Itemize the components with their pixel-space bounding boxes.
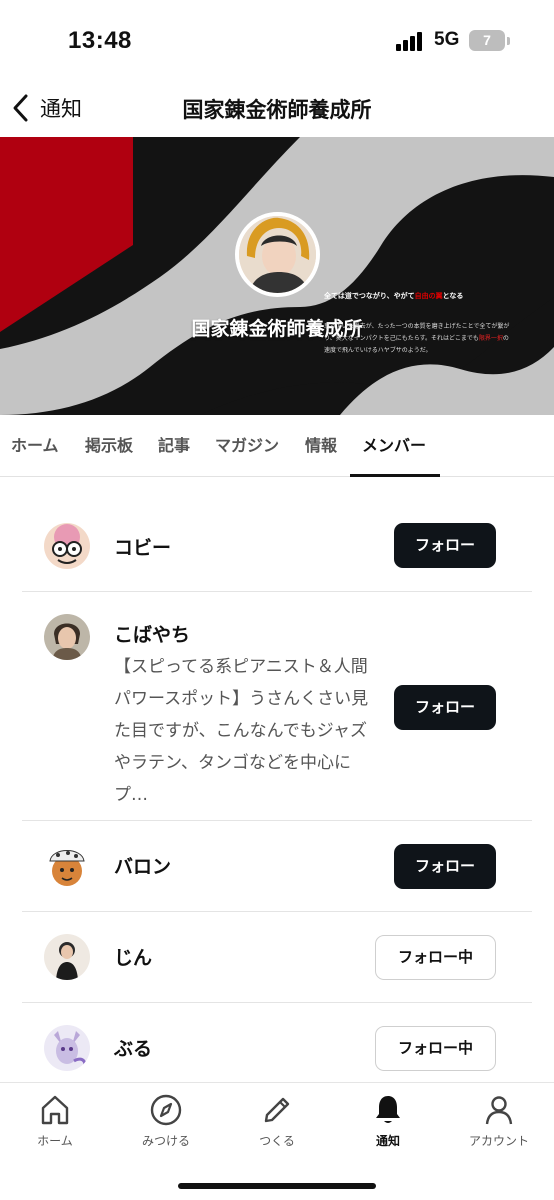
avatar[interactable] bbox=[44, 934, 90, 980]
page-title: 国家錬金術師養成所 bbox=[182, 98, 372, 122]
tab-board[interactable]: 掲示板 bbox=[85, 415, 133, 477]
avatar-photo bbox=[239, 216, 316, 293]
member-bio: 【スピってる系ピアニスト＆人間パワースポット】うさんくさい見た目ですが、こんなん… bbox=[114, 657, 369, 805]
tabbar-notifications[interactable]: 通知 bbox=[333, 1093, 443, 1149]
avatar[interactable] bbox=[44, 1025, 90, 1071]
tabbar-label: 通知 bbox=[375, 1134, 400, 1148]
tabbar-label: ホーム bbox=[37, 1134, 73, 1148]
banner-tagline: 全ては道でつながり、やがて自由の翼となる bbox=[324, 292, 464, 300]
member-row[interactable]: コビー フォロー bbox=[22, 478, 532, 592]
tabbar-label: つくる bbox=[259, 1134, 295, 1148]
following-button[interactable]: フォロー中 bbox=[375, 1026, 496, 1071]
member-name[interactable]: じん bbox=[114, 943, 152, 970]
compass-icon bbox=[150, 1094, 182, 1126]
follow-button[interactable]: フォロー bbox=[394, 523, 496, 568]
avatar[interactable] bbox=[44, 614, 90, 660]
member-name[interactable]: バロン bbox=[114, 852, 171, 879]
avatar[interactable] bbox=[44, 523, 90, 569]
follow-button[interactable]: フォロー bbox=[394, 685, 496, 730]
home-indicator[interactable] bbox=[178, 1183, 376, 1189]
tabbar-discover[interactable]: みつける bbox=[111, 1093, 221, 1149]
bell-icon bbox=[376, 1096, 400, 1123]
nav-header: 通知 国家錬金術師養成所 bbox=[0, 80, 554, 136]
tab-info[interactable]: 情報 bbox=[305, 415, 337, 477]
member-name[interactable]: ぶる bbox=[114, 1034, 152, 1061]
following-button[interactable]: フォロー中 bbox=[375, 935, 496, 980]
tabbar-create[interactable]: つくる bbox=[222, 1093, 332, 1149]
tabbar-account[interactable]: アカウント bbox=[444, 1093, 554, 1149]
circle-tabs: ホーム 掲示板 記事 マガジン 情報 メンバー bbox=[0, 415, 554, 477]
circle-banner: 国家錬金術師養成所 全ては道でつながり、やがて自由の翼となる 思っていた過去が、… bbox=[0, 137, 554, 415]
signal-icon bbox=[396, 31, 426, 51]
member-row[interactable]: じん フォロー中 bbox=[22, 912, 532, 1003]
status-time: 13:48 bbox=[68, 27, 132, 54]
avatar[interactable] bbox=[44, 843, 90, 889]
person-icon bbox=[485, 1096, 513, 1125]
member-row[interactable]: こばやち 【スピってる系ピアニスト＆人間パワースポット】うさんくさい見た目ですが… bbox=[22, 592, 532, 821]
tab-home[interactable]: ホーム bbox=[11, 415, 59, 477]
home-icon bbox=[41, 1095, 69, 1125]
tabbar-home[interactable]: ホーム bbox=[0, 1093, 110, 1149]
member-list: コビー フォロー こばやち 【スピってる系ピアニスト＆人間パワースポット】うさん… bbox=[0, 478, 554, 1094]
tab-articles[interactable]: 記事 bbox=[158, 415, 190, 477]
member-row[interactable]: バロン フォロー bbox=[22, 821, 532, 912]
tabbar-label: アカウント bbox=[468, 1134, 529, 1148]
tabbar-label: みつける bbox=[141, 1134, 190, 1148]
network-label: 5G bbox=[434, 29, 460, 50]
banner-description: 思っていた過去が、たった一つの本質を磨き上げたことで全てが繋がり、莫大なインパク… bbox=[324, 323, 510, 354]
tab-magazine[interactable]: マガジン bbox=[215, 415, 279, 477]
pencil-icon bbox=[264, 1097, 290, 1123]
battery-tip bbox=[507, 37, 510, 45]
circle-avatar[interactable] bbox=[235, 212, 320, 297]
tab-members[interactable]: メンバー bbox=[349, 415, 441, 477]
member-row[interactable]: ぶる フォロー中 bbox=[22, 1003, 532, 1094]
member-name[interactable]: コビー bbox=[114, 533, 171, 560]
bottom-tab-bar: ホーム みつける つくる 通知 アカウント bbox=[0, 1082, 554, 1200]
battery-icon: 7 bbox=[469, 30, 505, 51]
member-name[interactable]: こばやち bbox=[114, 620, 190, 647]
follow-button[interactable]: フォロー bbox=[394, 844, 496, 889]
status-bar: 13:48 5G 7 bbox=[0, 0, 554, 80]
